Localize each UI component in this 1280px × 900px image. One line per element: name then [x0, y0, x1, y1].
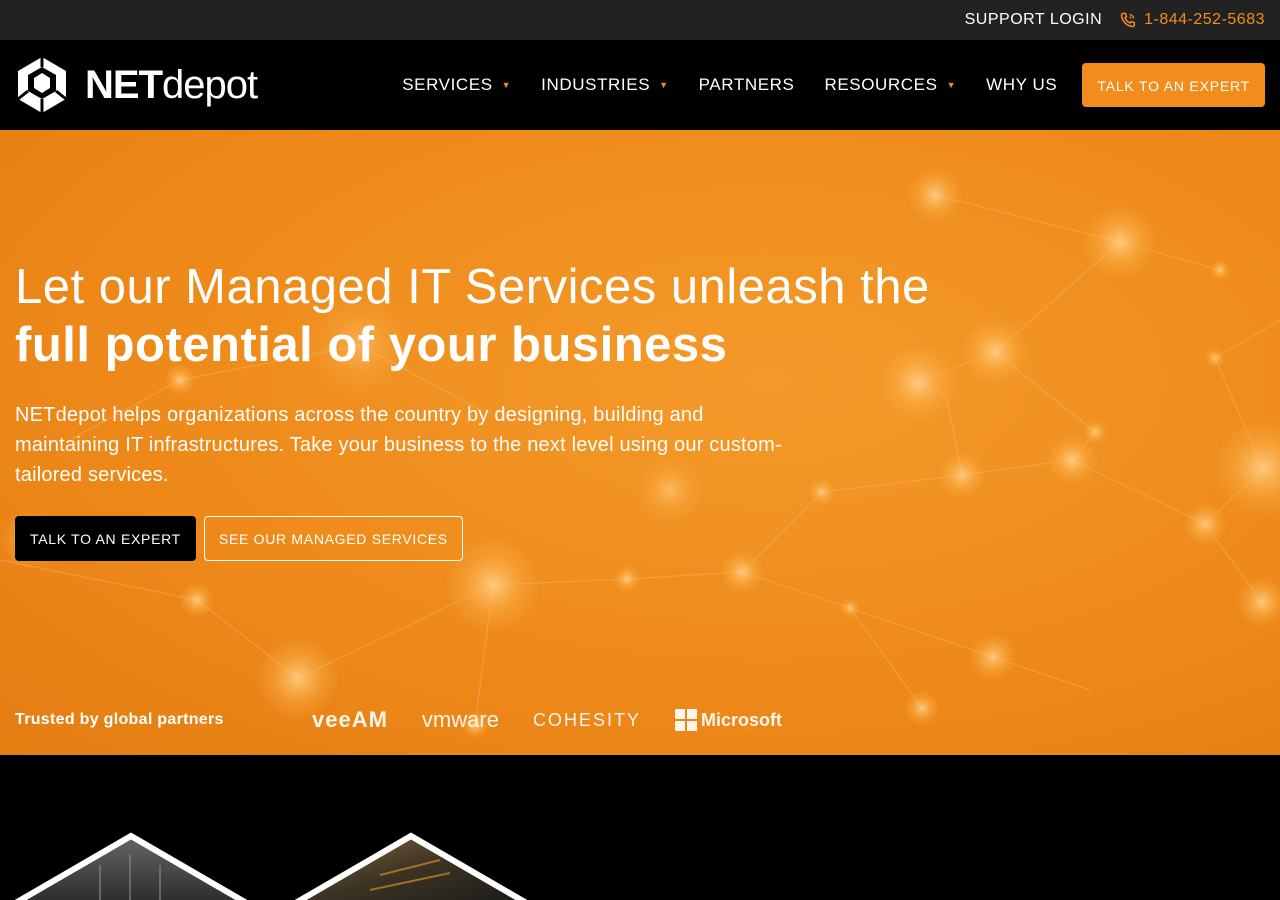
partners-strip: Trusted by global partners veeAM vmware … — [15, 702, 1280, 738]
nav-item-partners[interactable]: PARTNERS — [699, 75, 795, 95]
hero-buttons: TALK TO AN EXPERT SEE OUR MANAGED SERVIC… — [15, 516, 995, 561]
nav-item-why-us[interactable]: WHY US — [986, 75, 1057, 95]
caret-down-icon: ▼ — [501, 80, 512, 90]
nav-item-label: PARTNERS — [698, 75, 795, 94]
vmware-logo: vmware — [421, 707, 499, 732]
partners-label: Trusted by global partners — [15, 711, 224, 728]
logo-wordmark: NETdepot — [85, 63, 258, 107]
netdepot-cube-logo-icon — [17, 57, 67, 113]
nav-item-label: WHY US — [986, 75, 1058, 94]
veeam-logo: veeAM — [312, 707, 388, 732]
nav-item-label: INDUSTRIES — [541, 75, 651, 94]
site-logo[interactable]: NETdepot — [15, 55, 258, 115]
main-navigation: NETdepot SERVICES ▼ INDUSTRIES ▼ PARTNER… — [0, 40, 1280, 130]
see-managed-services-button[interactable]: SEE OUR MANAGED SERVICES — [203, 516, 463, 561]
talk-to-expert-nav-button[interactable]: TALK TO AN EXPERT — [1082, 63, 1265, 107]
nav-menu: SERVICES ▼ INDUSTRIES ▼ PARTNERS RESOURC… — [402, 63, 1265, 107]
services-section — [0, 755, 1280, 900]
nav-item-label: SERVICES — [402, 75, 493, 94]
hero-lead-paragraph: NETdepot helps organizations across the … — [15, 404, 782, 486]
microsoft-windows-icon — [674, 709, 697, 731]
top-utility-bar: SUPPORT LOGIN 1-844-252-5683 — [0, 0, 1280, 40]
hero-section: Let our Managed IT Services unleash the … — [0, 130, 1280, 755]
microsoft-logo-text: Microsoft — [700, 709, 782, 730]
nav-item-services[interactable]: SERVICES ▼ — [402, 75, 511, 95]
hero-headline-light: Let our Managed IT Services unleash the — [15, 260, 930, 314]
caret-down-icon: ▼ — [946, 80, 957, 90]
cohesity-logo: COHESITY — [532, 709, 641, 730]
caret-down-icon: ▼ — [659, 80, 669, 90]
support-login-link[interactable]: SUPPORT LOGIN — [965, 11, 1103, 29]
talk-to-expert-button[interactable]: TALK TO AN EXPERT — [15, 516, 196, 561]
hero-content: Let our Managed IT Services unleash the … — [15, 258, 995, 561]
phone-link[interactable]: 1-844-252-5683 — [1120, 11, 1265, 29]
nav-item-resources[interactable]: RESOURCES ▼ — [824, 75, 956, 95]
nav-item-industries[interactable]: INDUSTRIES ▼ — [541, 75, 668, 95]
hexagon-images — [14, 832, 528, 900]
phone-number: 1-844-252-5683 — [1144, 11, 1265, 28]
hero-headline-bold: full potential of your business — [15, 318, 728, 372]
microsoft-logo: Microsoft — [674, 709, 782, 731]
phone-icon — [1120, 12, 1136, 28]
nav-item-label: RESOURCES — [824, 75, 938, 94]
